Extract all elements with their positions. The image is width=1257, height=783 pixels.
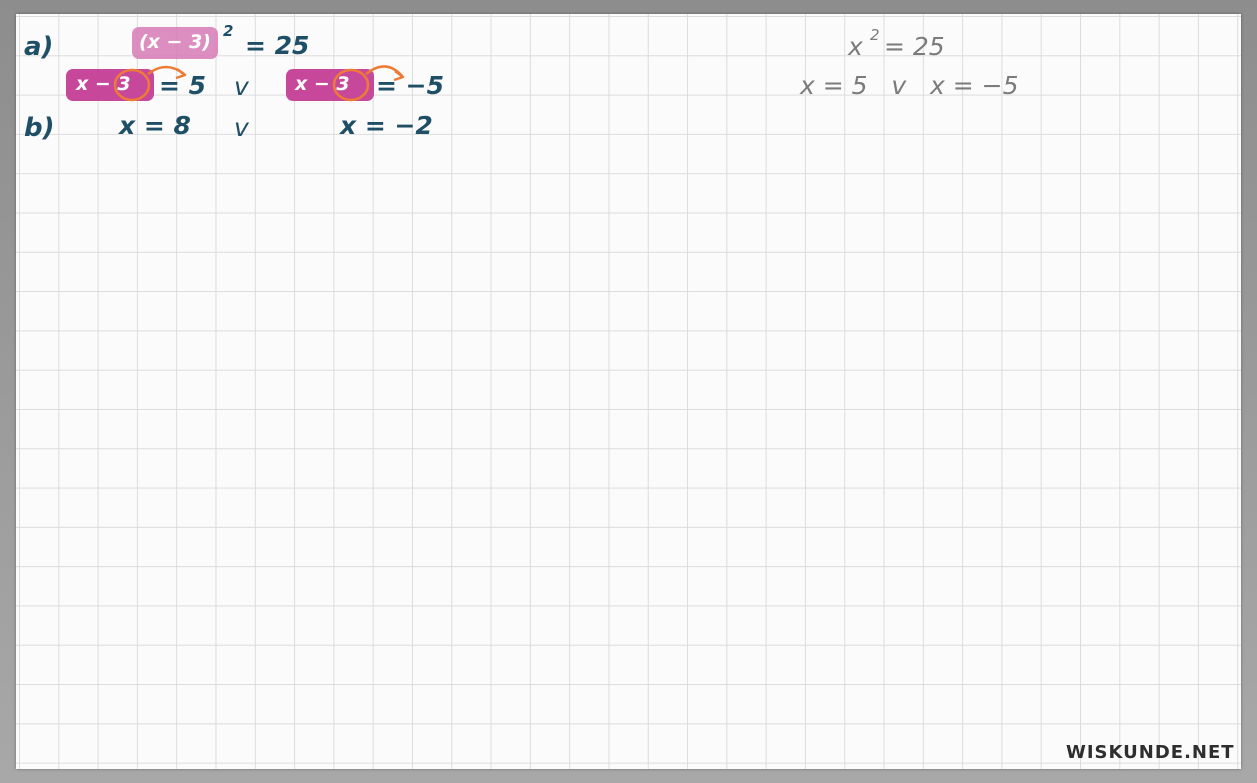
solution-right: x = −2: [340, 111, 433, 140]
video-frame: a) (x − 3) 2 = 25 x − 3 = 5 v x − 3 = −5…: [0, 0, 1257, 783]
arrow-head-left: [175, 68, 187, 80]
circle-minus-three-right: [332, 68, 370, 102]
exercise-b-label: b): [24, 113, 55, 143]
side-note-exponent: 2: [870, 26, 880, 44]
watermark-logo: WISKUNDE.NET: [1066, 742, 1235, 763]
side-note-rhs: = 25: [884, 32, 945, 61]
solution-left: x = 8: [119, 111, 191, 140]
orange-annotations: [113, 65, 405, 102]
grid-paper: a) (x − 3) 2 = 25 x − 3 = 5 v x − 3 = −5…: [16, 14, 1241, 769]
circle-minus-three-left: [113, 68, 151, 102]
arrow-head-right: [393, 70, 405, 82]
side-note-solutions: x = 5 v x = −5: [800, 71, 1019, 100]
side-note-base: x: [848, 32, 863, 61]
or-symbol-b: v: [234, 113, 249, 142]
